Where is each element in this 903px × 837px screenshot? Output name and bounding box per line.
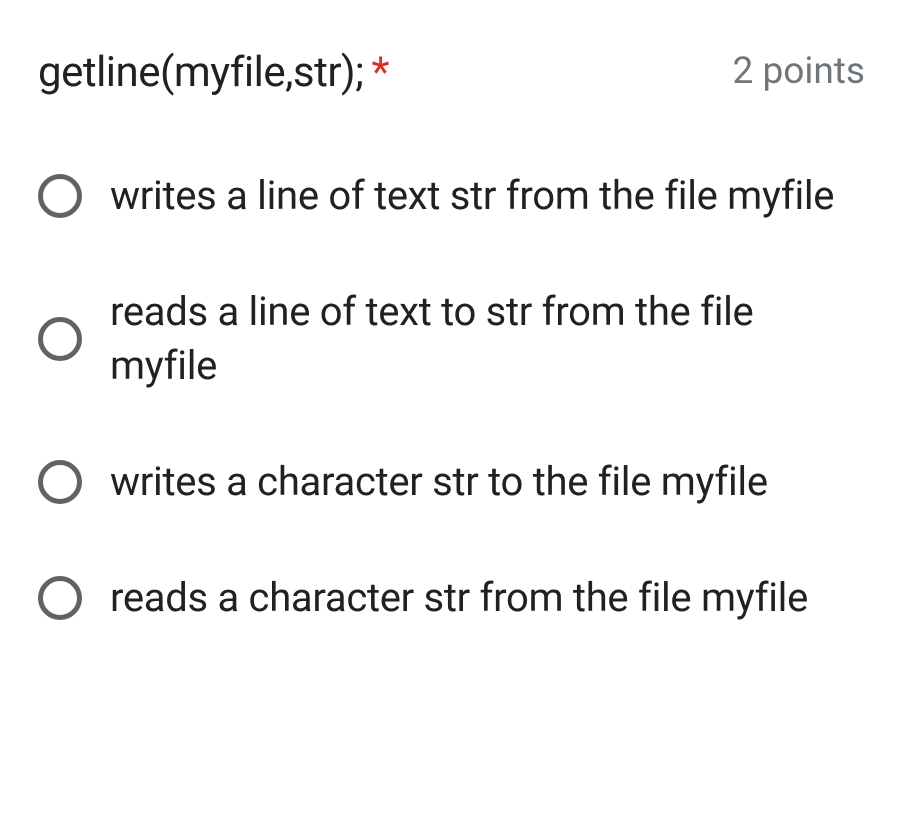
- question-title-wrapper: getline(myfile,str); *: [38, 48, 390, 97]
- option-label: reads a character str from the file myfi…: [110, 571, 808, 625]
- option-item-1[interactable]: writes a line of text str from the file …: [38, 169, 865, 223]
- required-asterisk: *: [372, 48, 390, 97]
- option-label: writes a character str to the file myfil…: [110, 455, 768, 509]
- radio-icon[interactable]: [38, 460, 82, 504]
- options-list: writes a line of text str from the file …: [38, 169, 865, 625]
- option-label: reads a line of text to str from the fil…: [110, 285, 865, 393]
- question-header: getline(myfile,str); * 2 points: [38, 48, 865, 97]
- radio-icon[interactable]: [38, 317, 82, 361]
- radio-icon[interactable]: [38, 174, 82, 218]
- option-label: writes a line of text str from the file …: [110, 169, 834, 223]
- points-label: 2 points: [733, 50, 865, 93]
- option-item-2[interactable]: reads a line of text to str from the fil…: [38, 285, 865, 393]
- question-title: getline(myfile,str);: [38, 48, 364, 97]
- option-item-3[interactable]: writes a character str to the file myfil…: [38, 455, 865, 509]
- option-item-4[interactable]: reads a character str from the file myfi…: [38, 571, 865, 625]
- radio-icon[interactable]: [38, 576, 82, 620]
